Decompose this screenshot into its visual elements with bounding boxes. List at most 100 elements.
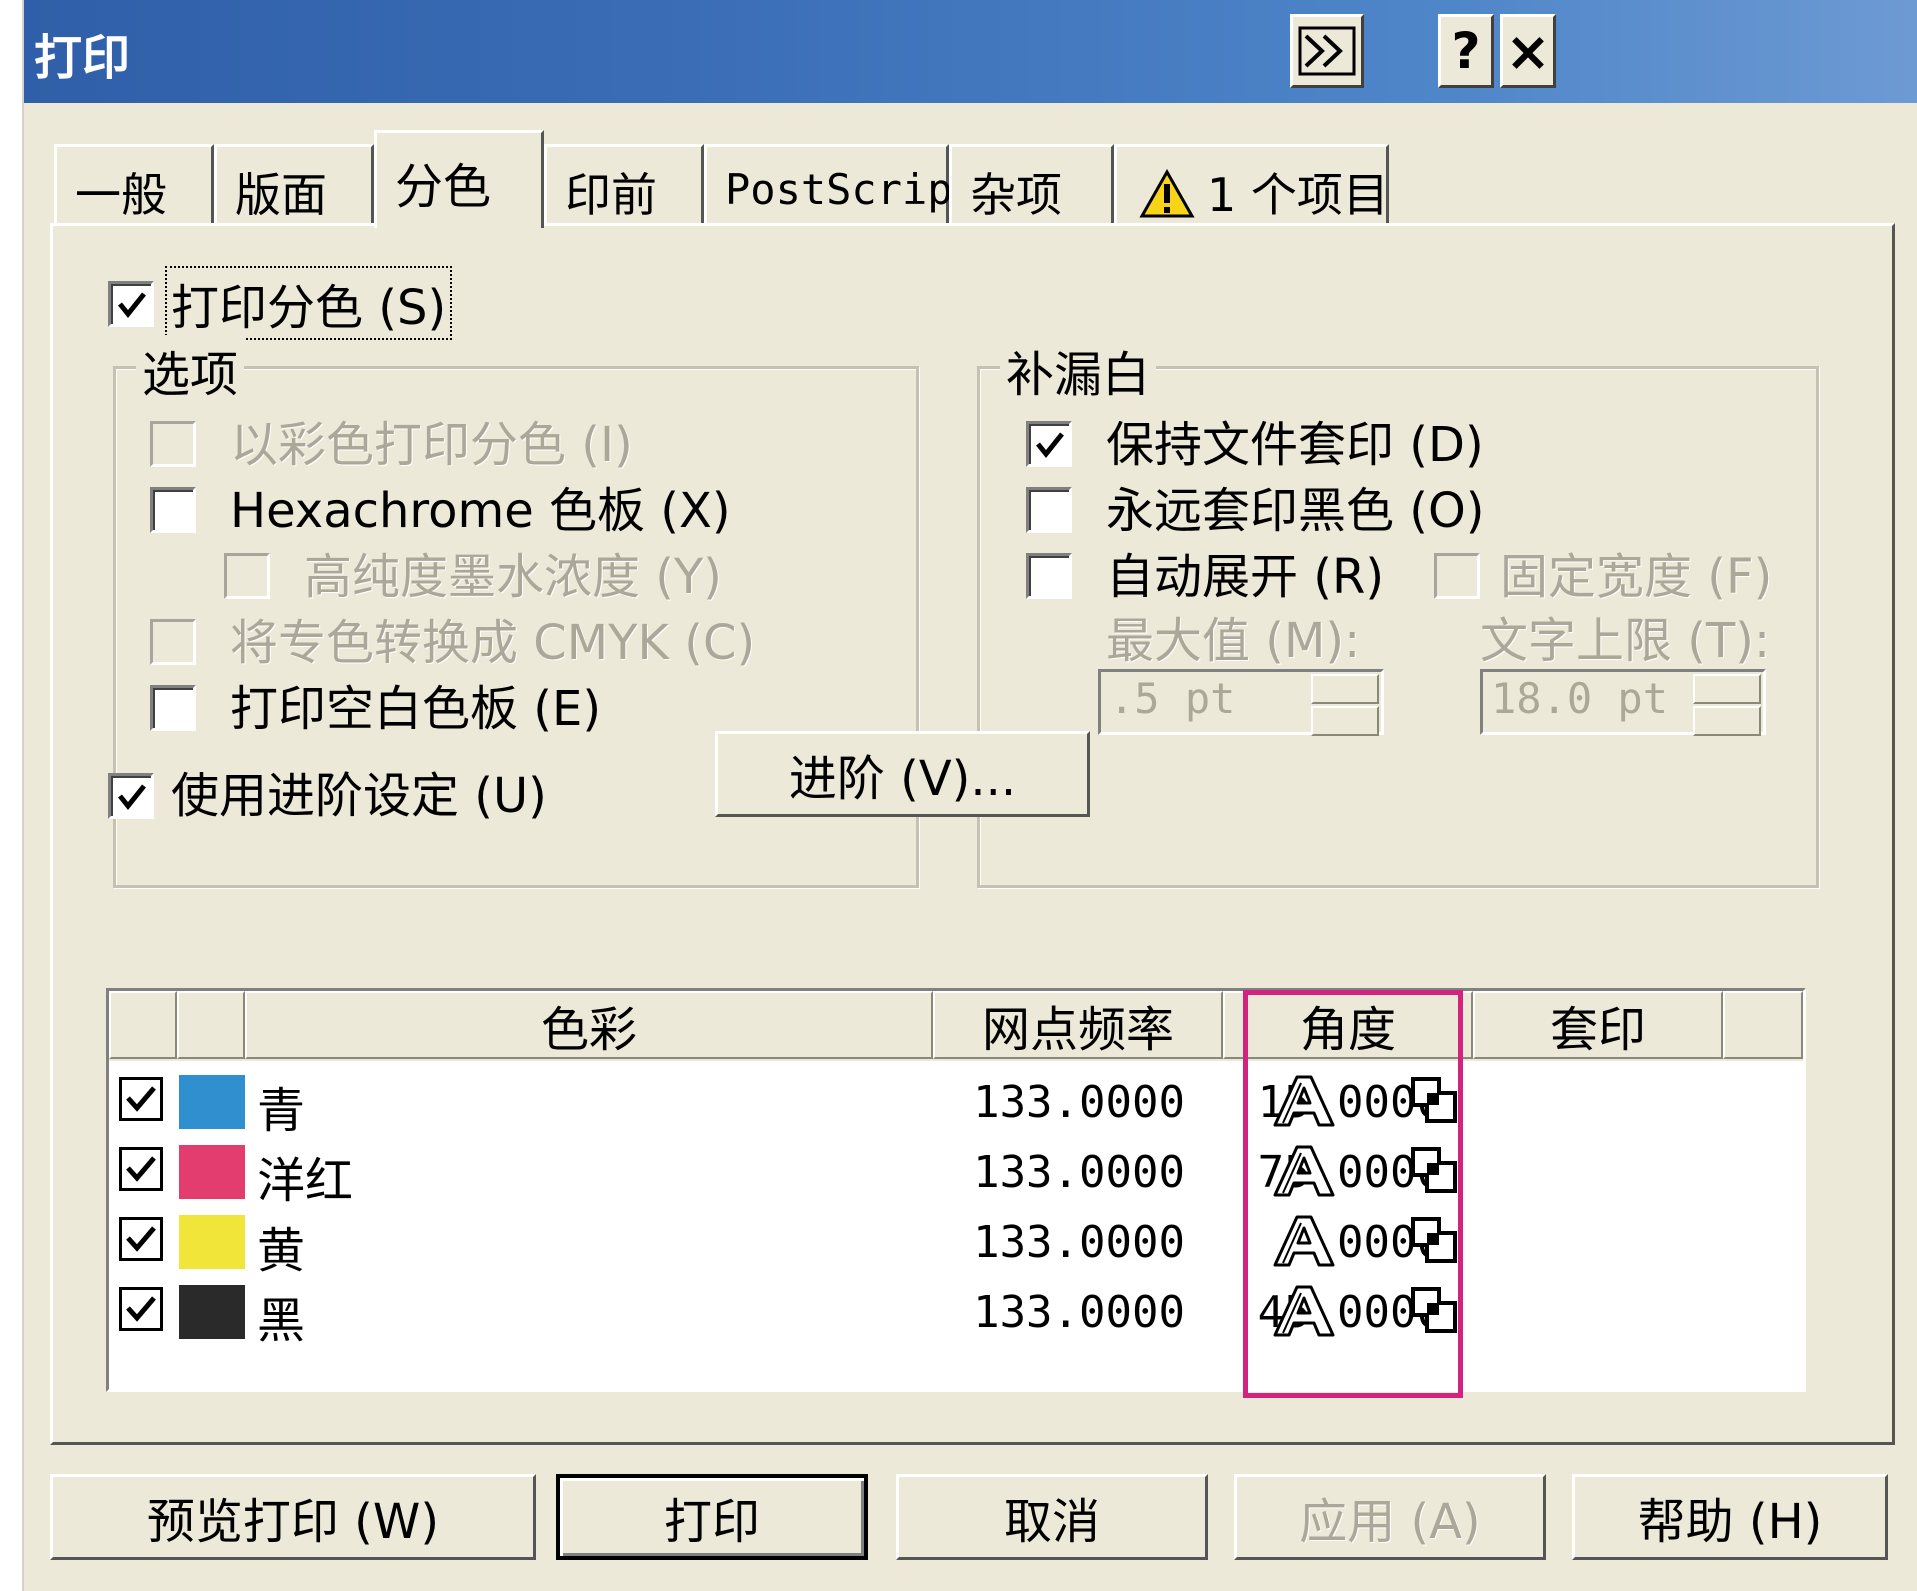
window-title: 打印 (34, 30, 131, 86)
tab-issues[interactable]: 1 个项目 (1114, 144, 1389, 224)
checkmark-icon (126, 1086, 156, 1112)
tab-separations[interactable]: 分色 (374, 130, 544, 228)
print-button[interactable]: 打印 (556, 1474, 868, 1560)
print-separations-label: 打印分色 (S) (165, 266, 453, 340)
auto-spread-checkbox[interactable] (1026, 553, 1072, 599)
header-overprint[interactable]: 套印 (1473, 991, 1723, 1059)
color-name: 洋红 (257, 1153, 354, 1209)
tab-prepress[interactable]: 印前 (544, 144, 704, 224)
graphic-overprint-icon[interactable] (1409, 1215, 1459, 1269)
options-group-title: 选项 (136, 335, 245, 405)
close-button[interactable]: × (1500, 14, 1556, 88)
high-purity-ink-label: 高纯度墨水浓度 (Y) (304, 549, 723, 605)
text-limit-label: 文字上限 (T): (1480, 613, 1771, 669)
expand-button[interactable] (1290, 14, 1364, 88)
always-overprint-black-checkbox[interactable] (1026, 487, 1072, 533)
fixed-width-checkbox[interactable] (1434, 553, 1480, 599)
spin-up-icon (1693, 674, 1761, 704)
print-dialog: 打印 ? × 一般 版面 分色 印前 PostScript 杂项 1 个项目 打… (22, 0, 1917, 1591)
text-overprint-icon[interactable] (1271, 1283, 1337, 1343)
frequency-value[interactable]: 133.0000 (945, 1077, 1185, 1128)
preserve-overprints-checkbox[interactable] (1026, 421, 1072, 467)
text-limit-spinner[interactable]: 18.0 pt (1480, 669, 1766, 736)
text-overprint-icon[interactable] (1271, 1213, 1337, 1273)
table-row[interactable]: 青 133.0000 15.0000 (109, 1067, 1803, 1139)
plate-checkbox[interactable] (119, 1077, 163, 1121)
plate-checkbox[interactable] (119, 1287, 163, 1331)
header-swatch-column[interactable] (177, 991, 245, 1059)
max-spread-spinner[interactable]: .5 pt (1098, 669, 1384, 736)
checkmark-icon (126, 1296, 156, 1322)
trapping-group: 补漏白 保持文件套印 (D) 永远套印黑色 (O) 自动展开 (R) 固定宽度 … (977, 335, 1819, 888)
max-spread-arrows[interactable] (1311, 674, 1379, 736)
use-advanced-checkbox[interactable] (108, 773, 154, 819)
print-separations-checkbox[interactable] (108, 281, 154, 327)
spin-down-icon (1693, 706, 1761, 736)
spin-down-icon (1311, 706, 1379, 736)
hexachrome-checkbox[interactable] (150, 487, 196, 533)
header-angle[interactable]: 角度 (1223, 991, 1473, 1059)
title-bar[interactable]: 打印 ? × (24, 0, 1917, 103)
spin-up-icon (1311, 674, 1379, 704)
graphic-overprint-icon[interactable] (1409, 1145, 1459, 1199)
tab-strip: 一般 版面 分色 印前 PostScript 杂项 1 个项目 (24, 130, 1917, 228)
frequency-value[interactable]: 133.0000 (945, 1217, 1185, 1268)
color-swatch (179, 1215, 245, 1269)
checkmark-icon (118, 784, 146, 811)
color-name: 黑 (257, 1293, 306, 1349)
convert-spot-cmyk-checkbox[interactable] (150, 619, 196, 665)
color-name: 黄 (257, 1223, 306, 1279)
graphic-overprint-icon[interactable] (1409, 1075, 1459, 1129)
high-purity-ink-checkbox[interactable] (224, 553, 270, 599)
text-limit-value: 18.0 pt (1491, 674, 1669, 723)
use-advanced-label: 使用进阶设定 (U) (171, 768, 547, 824)
preview-button[interactable]: 预览打印 (W) (50, 1474, 536, 1560)
tab-general[interactable]: 一般 (54, 144, 214, 224)
auto-spread-label: 自动展开 (R) (1106, 549, 1385, 605)
frequency-value[interactable]: 133.0000 (945, 1147, 1185, 1198)
text-overprint-icon[interactable] (1271, 1143, 1337, 1203)
table-row[interactable]: 黄 133.0000.0000 (109, 1207, 1803, 1279)
help-button[interactable]: 帮助 (H) (1572, 1474, 1888, 1560)
checkmark-icon (118, 292, 146, 319)
expand-icon (1298, 26, 1356, 76)
header-frequency[interactable]: 网点频率 (933, 991, 1223, 1059)
plate-checkbox[interactable] (119, 1147, 163, 1191)
hexachrome-label: Hexachrome 色板 (X) (230, 483, 731, 539)
tab-issues-label: 1 个项目 (1207, 168, 1389, 222)
table-row[interactable]: 黑 133.0000 45.0000 (109, 1277, 1803, 1349)
checkmark-icon (126, 1226, 156, 1252)
graphic-overprint-icon[interactable] (1409, 1285, 1459, 1339)
color-name: 青 (257, 1083, 306, 1139)
max-label: 最大值 (M): (1106, 613, 1361, 669)
print-empty-plates-label: 打印空白色板 (E) (230, 681, 602, 737)
cancel-button[interactable]: 取消 (896, 1474, 1208, 1560)
fixed-width-label: 固定宽度 (F) (1500, 549, 1773, 605)
text-limit-arrows[interactable] (1693, 674, 1761, 736)
color-separations-checkbox[interactable] (150, 421, 196, 467)
help-title-button[interactable]: ? (1438, 14, 1494, 88)
checkmark-icon (1036, 432, 1064, 459)
advanced-button[interactable]: 进阶 (V)... (715, 731, 1090, 817)
print-empty-plates-checkbox[interactable] (150, 685, 196, 731)
color-plates-table: 色彩 网点频率 角度 套印 青 133.0000 15.0000 洋红 133.0000… (106, 988, 1806, 1392)
header-check-column[interactable] (109, 991, 177, 1059)
table-header: 色彩 网点频率 角度 套印 (109, 991, 1803, 1061)
checkmark-icon (126, 1156, 156, 1182)
tab-postscript[interactable]: PostScript (704, 144, 978, 224)
preserve-overprints-label: 保持文件套印 (D) (1106, 417, 1484, 473)
frequency-value[interactable]: 133.0000 (945, 1287, 1185, 1338)
header-spacer (1723, 991, 1803, 1059)
table-row[interactable]: 洋红 133.0000 75.0000 (109, 1137, 1803, 1209)
apply-button[interactable]: 应用 (A) (1234, 1474, 1546, 1560)
color-swatch (179, 1075, 245, 1129)
color-swatch (179, 1145, 245, 1199)
warning-icon (1139, 168, 1195, 218)
max-spread-value: .5 pt (1109, 674, 1236, 723)
color-swatch (179, 1285, 245, 1339)
tab-misc[interactable]: 杂项 (949, 144, 1114, 224)
tab-layout[interactable]: 版面 (214, 144, 374, 224)
text-overprint-icon[interactable] (1271, 1073, 1337, 1133)
header-color[interactable]: 色彩 (245, 991, 933, 1059)
plate-checkbox[interactable] (119, 1217, 163, 1261)
